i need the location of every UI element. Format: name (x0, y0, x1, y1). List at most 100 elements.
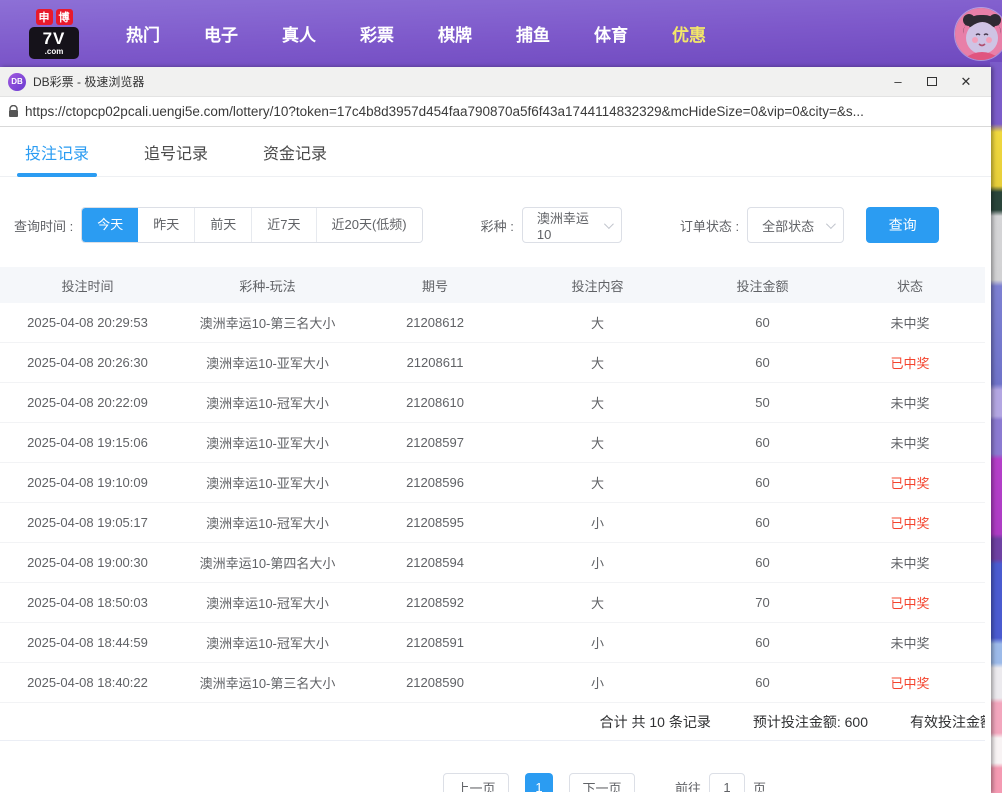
time-option[interactable]: 近20天(低频) (316, 208, 422, 242)
cell-time: 2025-04-08 18:50:03 (0, 595, 175, 610)
page-content: 投注记录 追号记录 资金记录 查询时间 : 今天昨天前天近7天近20天(低频) 彩种… (0, 127, 991, 792)
logo-suffix-text: .com (45, 48, 64, 56)
avatar-illustration (955, 8, 1002, 61)
nav-item[interactable]: 优惠 (658, 21, 720, 46)
search-button[interactable]: 查询 (866, 207, 939, 243)
cell-issue: 21208597 (360, 435, 510, 450)
cell-issue: 21208595 (360, 515, 510, 530)
cell-status: 已中奖 (840, 593, 980, 612)
tab-inactive[interactable]: 资金记录 (263, 127, 327, 177)
cell-play: 澳洲幸运10-亚军大小 (175, 353, 360, 372)
nav-item[interactable]: 热门 (112, 21, 174, 46)
table-row: 2025-04-08 19:15:06澳洲幸运10-亚军大小21208597大6… (0, 423, 985, 463)
page-unit-label: 页 (753, 778, 766, 793)
lottery-select[interactable]: 澳洲幸运10 (522, 207, 622, 243)
time-range-group: 今天昨天前天近7天近20天(低频) (81, 207, 422, 243)
cell-time: 2025-04-08 18:40:22 (0, 675, 175, 690)
cell-amount: 60 (685, 515, 840, 530)
order-status-label: 订单状态 : (680, 216, 739, 235)
goto-page-input[interactable] (709, 773, 745, 792)
cell-time: 2025-04-08 19:10:09 (0, 475, 175, 490)
lottery-select-value: 澳洲幸运10 (537, 208, 598, 242)
window-titlebar[interactable]: DB DB彩票 - 极速浏览器 – ✕ (0, 67, 991, 97)
maximize-icon (927, 77, 937, 86)
cell-content: 小 (510, 513, 685, 532)
column-header: 状态 (840, 276, 980, 295)
cell-play: 澳洲幸运10-冠军大小 (175, 513, 360, 532)
cell-content: 大 (510, 473, 685, 492)
table-header-row: 投注时间彩种-玩法期号投注内容投注金额状态 (0, 267, 985, 303)
cell-status: 已中奖 (840, 513, 980, 532)
cell-play: 澳洲幸运10-冠军大小 (175, 593, 360, 612)
cell-issue: 21208592 (360, 595, 510, 610)
cell-status: 未中奖 (840, 393, 980, 412)
order-status-value: 全部状态 (762, 216, 814, 235)
site-logo[interactable]: 申 博 7V .com (28, 9, 80, 59)
time-filter-label: 查询时间 : (14, 216, 73, 235)
chevron-down-icon (826, 219, 836, 229)
cell-issue: 21208596 (360, 475, 510, 490)
cell-amount: 60 (685, 475, 840, 490)
logo-badge-right: 博 (56, 9, 73, 25)
table-row: 2025-04-08 18:40:22澳洲幸运10-第三名大小21208590小… (0, 663, 985, 703)
column-header: 投注金额 (685, 276, 840, 295)
tab-active[interactable]: 投注记录 (25, 127, 89, 177)
site-nav: 申 博 7V .com 热门电子真人彩票棋牌捕鱼体育优惠 (0, 0, 1002, 67)
cell-content: 小 (510, 673, 685, 692)
browser-app-icon: DB (8, 73, 26, 91)
nav-item[interactable]: 真人 (268, 21, 330, 46)
url-text[interactable]: https://ctopcp02pcali.uengi5e.com/lotter… (25, 104, 864, 119)
cell-time: 2025-04-08 20:29:53 (0, 315, 175, 330)
tab-bar: 投注记录 追号记录 资金记录 (0, 127, 991, 177)
address-bar[interactable]: https://ctopcp02pcali.uengi5e.com/lotter… (0, 97, 991, 127)
browser-window: DB DB彩票 - 极速浏览器 – ✕ https://ctopcp02pcal… (0, 67, 991, 793)
table-row: 2025-04-08 19:10:09澳洲幸运10-亚军大小21208596大6… (0, 463, 985, 503)
nav-item[interactable]: 棋牌 (424, 21, 486, 46)
table-row: 2025-04-08 18:50:03澳洲幸运10-冠军大小21208592大7… (0, 583, 985, 623)
cell-content: 大 (510, 353, 685, 372)
cell-content: 大 (510, 393, 685, 412)
nav-item[interactable]: 体育 (580, 21, 642, 46)
column-header: 彩种-玩法 (175, 276, 360, 295)
cell-content: 大 (510, 433, 685, 452)
cell-issue: 21208610 (360, 395, 510, 410)
user-avatar[interactable] (954, 7, 1002, 61)
nav-item[interactable]: 捕鱼 (502, 21, 564, 46)
current-page-button[interactable]: 1 (525, 773, 553, 792)
logo-brand-text: 7V (43, 30, 66, 47)
time-option[interactable]: 近7天 (251, 208, 315, 242)
time-option[interactable]: 今天 (82, 208, 138, 242)
time-option[interactable]: 昨天 (138, 208, 194, 242)
bet-records-table: 投注时间彩种-玩法期号投注内容投注金额状态 2025-04-08 20:29:5… (0, 267, 985, 703)
summary-record-count: 合计 共 10 条记录 (600, 712, 711, 732)
cell-amount: 50 (685, 395, 840, 410)
cell-status: 已中奖 (840, 473, 980, 492)
nav-item[interactable]: 电子 (190, 21, 252, 46)
next-page-button[interactable]: 下一页 (569, 773, 635, 792)
maximize-button[interactable] (915, 69, 949, 95)
cell-amount: 60 (685, 355, 840, 370)
cell-status: 已中奖 (840, 353, 980, 372)
table-row: 2025-04-08 20:26:30澳洲幸运10-亚军大小21208611大6… (0, 343, 985, 383)
nav-item[interactable]: 彩票 (346, 21, 408, 46)
screen: 申 博 7V .com 热门电子真人彩票棋牌捕鱼体育优惠 (0, 0, 1002, 793)
cell-amount: 60 (685, 635, 840, 650)
nav-menu: 热门电子真人彩票棋牌捕鱼体育优惠 (104, 21, 728, 46)
time-option[interactable]: 前天 (194, 208, 251, 242)
summary-bar: 合计 共 10 条记录 预计投注金额: 600 有效投注金额 (0, 703, 985, 741)
minimize-button[interactable]: – (881, 69, 915, 95)
order-status-select[interactable]: 全部状态 (747, 207, 844, 243)
prev-page-button[interactable]: 上一页 (443, 773, 509, 792)
table-row: 2025-04-08 20:22:09澳洲幸运10-冠军大小21208610大5… (0, 383, 985, 423)
column-header: 投注内容 (510, 276, 685, 295)
cell-play: 澳洲幸运10-亚军大小 (175, 433, 360, 452)
summary-valid-amount: 有效投注金额 (910, 712, 985, 732)
cell-play: 澳洲幸运10-第三名大小 (175, 313, 360, 332)
tab-inactive[interactable]: 追号记录 (144, 127, 208, 177)
window-controls: – ✕ (881, 69, 983, 95)
cell-status: 已中奖 (840, 673, 980, 692)
close-button[interactable]: ✕ (949, 69, 983, 95)
lock-icon (8, 105, 19, 118)
column-header: 投注时间 (0, 276, 175, 295)
cell-status: 未中奖 (840, 553, 980, 572)
